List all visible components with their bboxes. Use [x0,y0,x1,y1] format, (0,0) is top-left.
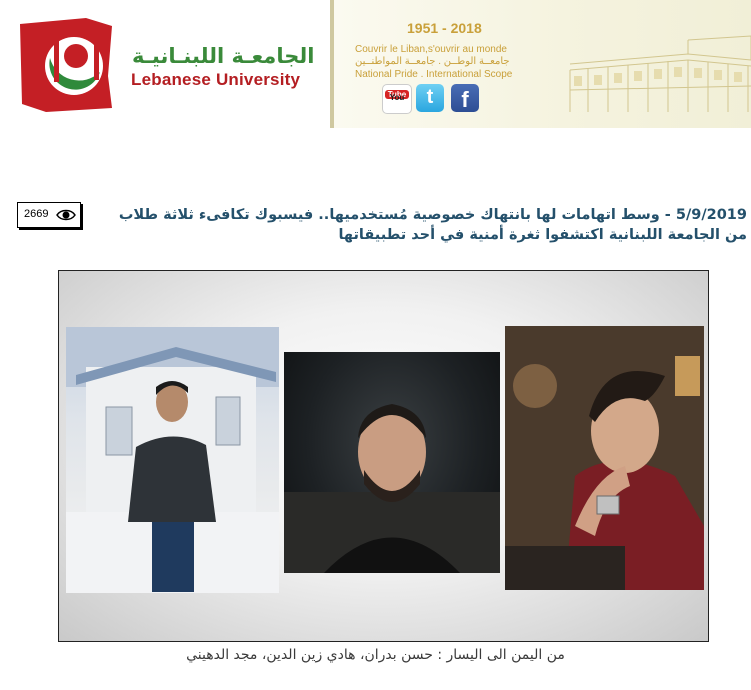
university-logo[interactable] [16,16,116,114]
view-counter: 2669 [17,202,81,228]
youtube-icon-label-top: You [389,93,405,102]
article-photo [58,270,709,642]
twitter-icon-glyph: t [426,86,434,108]
youtube-icon[interactable]: You Tube [382,84,412,114]
photo-student-middle [284,352,500,573]
motto-english: National Pride . International Scope [355,69,513,80]
facebook-icon-glyph: f [461,87,469,112]
photo-student-right [505,326,704,590]
university-name-en: Lebanese University [131,70,301,89]
eye-icon [56,209,76,221]
facebook-icon[interactable]: f [451,84,479,112]
motto-french: Couvrir le Liban,s'ouvrir au monde [355,44,507,55]
motto-arabic: جامعــة الوطــن . جامعــة المواطنــين [355,56,510,67]
university-name-ar: الجامعـة اللبنـانيـة [132,44,315,68]
anniversary-years: 1951 - 2018 [407,20,482,36]
article-title[interactable]: 5/9/2019 - وسط اتهامات لها بانتهاك خصوصي… [107,205,747,245]
site-header: الجامعـة اللبنـانيـة Lebanese University… [0,0,751,135]
photo-caption: من اليمن الى اليسار : حسن بدران، هادي زي… [186,647,565,663]
photo-student-left [66,327,279,593]
campus-building-illustration [569,35,751,112]
view-count: 2669 [24,208,49,220]
twitter-icon[interactable]: t [416,84,444,112]
